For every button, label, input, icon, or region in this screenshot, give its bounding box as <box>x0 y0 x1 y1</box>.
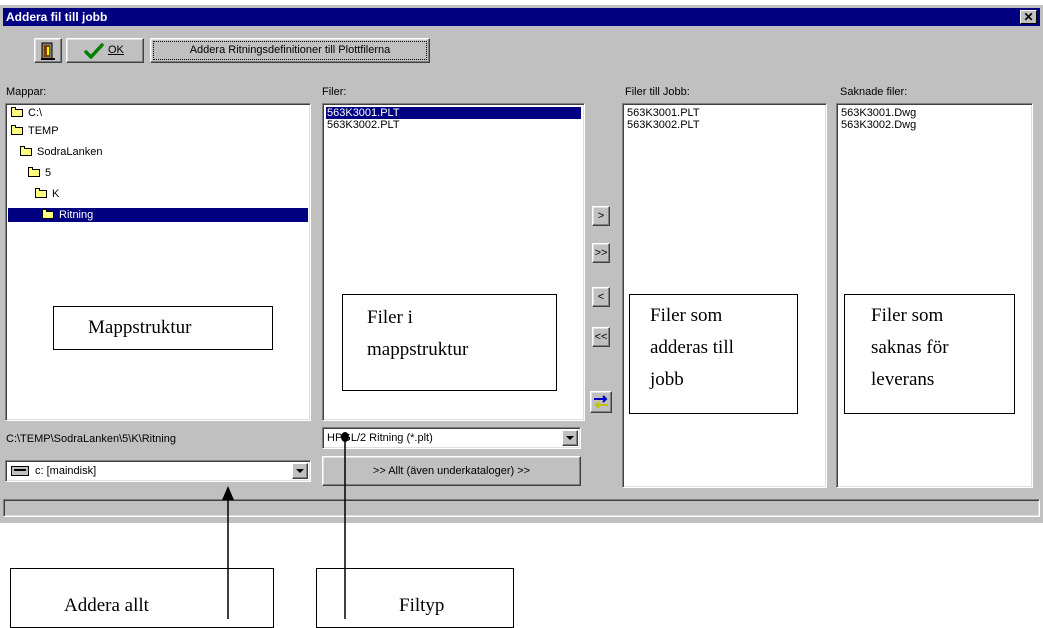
callout-lines-over <box>227 568 346 619</box>
